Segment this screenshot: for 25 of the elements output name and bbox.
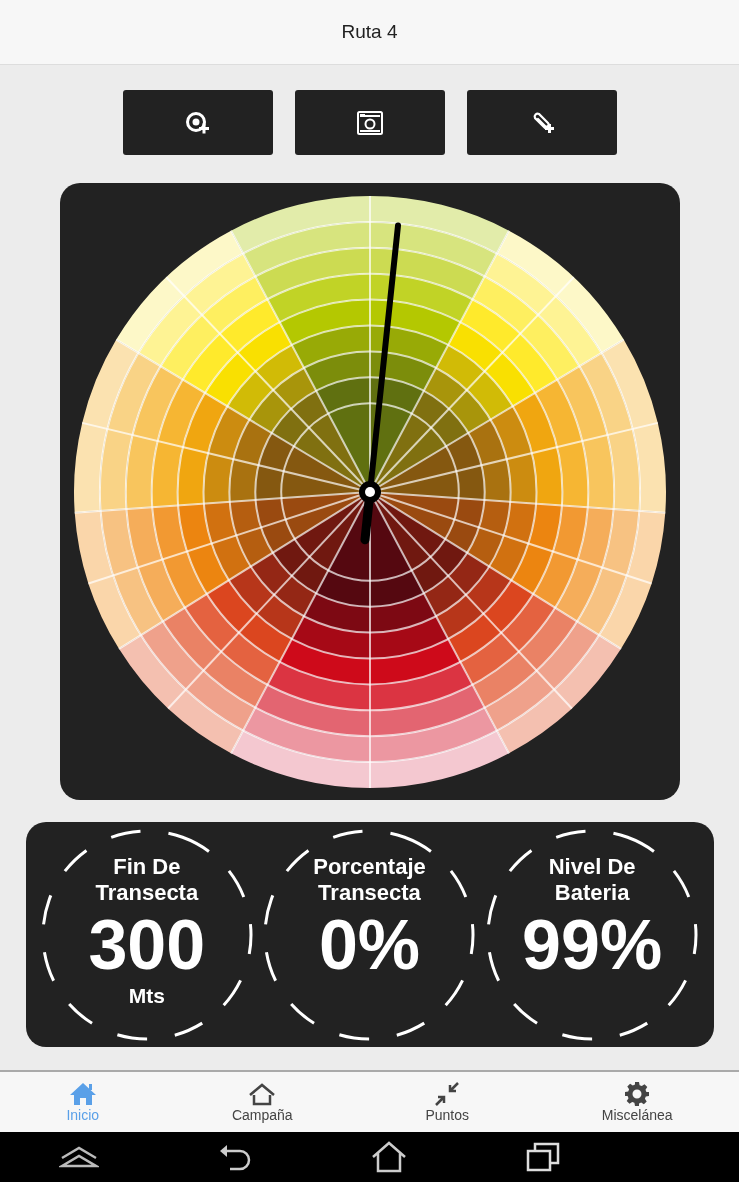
add-location-icon bbox=[184, 110, 211, 135]
collapse-arrows-icon bbox=[434, 1081, 461, 1106]
camera-icon bbox=[356, 110, 383, 135]
stat-unit: Mts bbox=[128, 983, 165, 1008]
settings-icon bbox=[625, 1081, 650, 1106]
stat-value: 300 bbox=[88, 905, 206, 984]
stat-label: Porcentaje Transecta bbox=[312, 853, 427, 906]
toolbar-button[interactable] bbox=[122, 90, 273, 155]
toolbar-button[interactable] bbox=[466, 90, 617, 155]
nav-tab[interactable]: Miscelánea bbox=[593, 1072, 681, 1132]
stat-label: Fin De Transecta bbox=[94, 853, 200, 906]
toolbar-button[interactable] bbox=[294, 90, 445, 155]
nav-tab[interactable]: Puntos bbox=[417, 1072, 477, 1132]
back-icon bbox=[218, 1143, 253, 1171]
stat-value: 99% bbox=[522, 905, 663, 984]
home-icon bbox=[68, 1081, 97, 1106]
system-button[interactable] bbox=[57, 1144, 102, 1170]
screen-title: Ruta 4 bbox=[341, 21, 398, 43]
stat-value: 0% bbox=[318, 905, 421, 984]
home-outline-icon bbox=[370, 1141, 407, 1173]
stat-label: Nivel De Bateria bbox=[547, 853, 637, 906]
recent-apps-icon bbox=[525, 1142, 560, 1172]
house-outline-icon bbox=[248, 1081, 277, 1106]
chevron-up-icon bbox=[59, 1146, 100, 1168]
nav-tab[interactable]: Campaña bbox=[223, 1072, 301, 1132]
